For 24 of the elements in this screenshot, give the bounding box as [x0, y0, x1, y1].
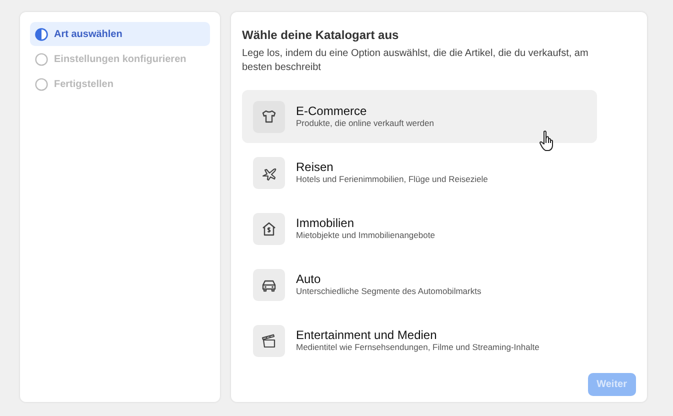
option-title: Immobilien [296, 216, 356, 230]
option-title: Reisen [296, 160, 334, 174]
option-description: Unterschiedliche Segmente des Automobilmarkts [296, 286, 482, 297]
option-card[interactable]: Reisen Hotels und Ferienimmobilien, Flüge und Reiseziele [242, 146, 597, 199]
option-card[interactable]: Immobilien Mietobjekte und Immobilienangebote [242, 202, 597, 255]
option-card[interactable]: Entertainment und Medien Medientitel wie Fernsehsendungen, Filme und Streaming-Inhalte [242, 314, 597, 367]
option-title: Auto [296, 272, 322, 286]
step-item[interactable]: Art auswählen [30, 22, 210, 46]
option-card[interactable]: Auto Unterschiedliche Segmente des Automobilmarkts [242, 258, 597, 311]
option-description: Mietobjekte und Immobilienangebote [296, 230, 435, 241]
half-circle-icon [35, 28, 48, 40]
panel-title: Wähle deine Katalogart aus [242, 27, 400, 44]
option-description: Hotels und Ferienimmobilien, Flüge und Reiseziele [296, 174, 488, 185]
option-description: Medientitel wie Fernsehsendungen, Filme und Streaming-Inhalte [296, 342, 540, 353]
circle-icon [35, 52, 48, 66]
shirt-icon [260, 108, 278, 126]
option-title: E-Commerce [296, 104, 368, 118]
option-description: Produkte, die online verkauft werden [296, 118, 434, 129]
circle-icon [35, 78, 48, 90]
clapperboard-icon [260, 332, 278, 350]
option-title: Entertainment und Medien [296, 328, 438, 342]
panel-subtitle: Lege los, indem du eine Option auswählst, die die Artikel, die du verkaufst, am besten beschreibt [242, 47, 590, 75]
house-icon [260, 220, 278, 238]
hand-cursor-icon [539, 130, 555, 152]
